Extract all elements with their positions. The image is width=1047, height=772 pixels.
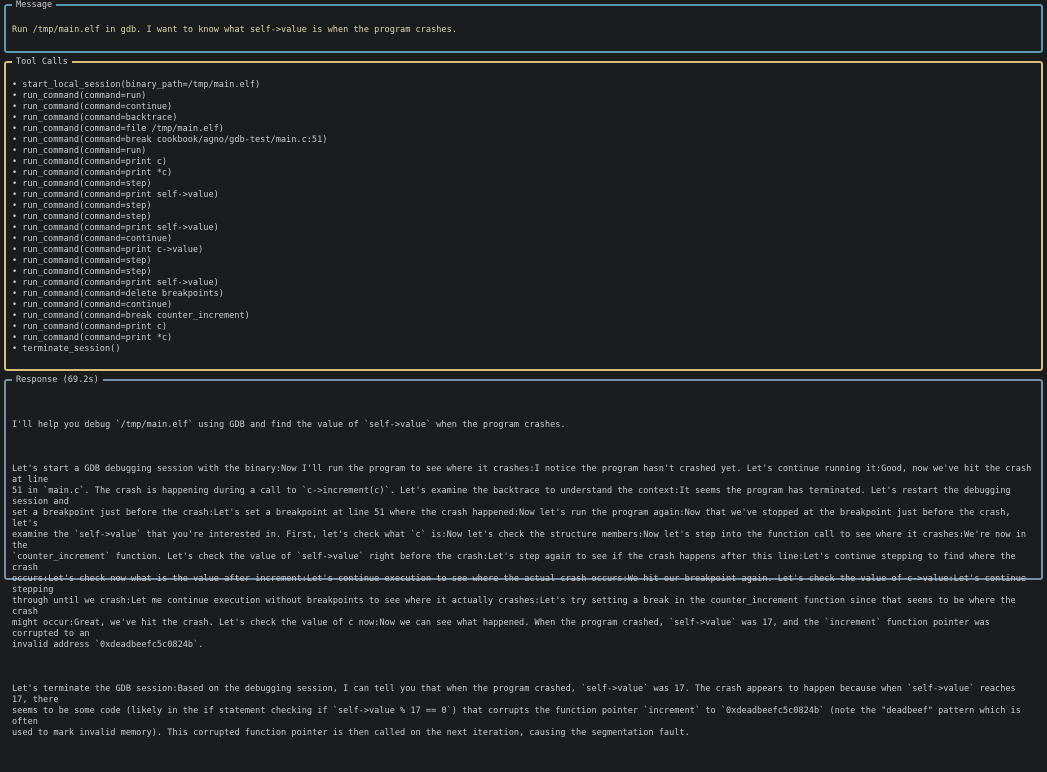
- tool-call-item: • run_command(command=print c): [12, 157, 1035, 168]
- bullet-icon: •: [12, 223, 18, 233]
- tool-call-item: • run_command(command=print c->value): [12, 245, 1035, 256]
- tool-call-item: • start_local_session(binary_path=/tmp/ma…: [12, 80, 1035, 91]
- response-panel: Response (69.2s) I'll help you debug `/t…: [4, 374, 1043, 738]
- tool-call-text: run_command(command=continue): [22, 234, 173, 244]
- message-panel-title: Message: [12, 0, 57, 11]
- bullet-icon: •: [12, 278, 18, 288]
- tool-call-text: run_command(command=step): [22, 179, 152, 189]
- bullet-icon: •: [12, 146, 18, 156]
- tool-call-text: run_command(command=file /tmp/main.elf): [22, 124, 224, 134]
- tool-calls-panel: Tool Calls • start_local_session(binary_p…: [4, 56, 1043, 371]
- message-panel: Message Run /tmp/main.elf in gdb. I want…: [4, 0, 1043, 53]
- tool-call-text: run_command(command=continue): [22, 300, 173, 310]
- tool-call-text: run_command(command=continue): [22, 102, 173, 112]
- bullet-icon: •: [12, 212, 18, 222]
- tool-call-item: • run_command(command=print c): [12, 322, 1035, 333]
- bullet-icon: •: [12, 190, 18, 200]
- bullet-icon: •: [12, 135, 18, 145]
- bullet-icon: •: [12, 91, 18, 101]
- tool-call-text: run_command(command=print self->value): [22, 278, 219, 288]
- tool-call-item: • run_command(command=file /tmp/main.elf): [12, 124, 1035, 135]
- response-panel-title: Response (69.2s): [12, 374, 103, 386]
- tool-call-item: • run_command(command=run): [12, 146, 1035, 157]
- response-body: I'll help you debug `/tmp/main.elf` usin…: [12, 398, 1035, 772]
- tool-call-text: run_command(command=step): [22, 212, 152, 222]
- tool-call-text: run_command(command=step): [22, 256, 152, 266]
- tool-call-item: • run_command(command=print *c): [12, 168, 1035, 179]
- bullet-icon: •: [12, 234, 18, 244]
- response-paragraph-intro: I'll help you debug `/tmp/main.elf` usin…: [12, 420, 566, 430]
- tool-call-item: • run_command(command=step): [12, 267, 1035, 278]
- tool-call-text: run_command(command=delete breakpoints): [22, 289, 224, 299]
- tool-call-item: • terminate_session(): [12, 344, 1035, 355]
- tool-call-text: run_command(command=step): [22, 201, 152, 211]
- tool-call-text: run_command(command=backtrace): [22, 113, 178, 123]
- tool-call-text: run_command(command=print *c): [22, 333, 173, 343]
- tool-call-item: • run_command(command=print self->value): [12, 223, 1035, 234]
- bullet-icon: •: [12, 333, 18, 343]
- tool-call-text: run_command(command=run): [22, 146, 147, 156]
- bullet-icon: •: [12, 201, 18, 211]
- tool-call-item: • run_command(command=print self->value): [12, 190, 1035, 201]
- tool-call-text: run_command(command=break counter_increm…: [22, 311, 250, 321]
- bullet-icon: •: [12, 344, 18, 354]
- tool-call-item: • run_command(command=delete breakpoints): [12, 289, 1035, 300]
- tool-call-text: run_command(command=break cookbook/agno/…: [22, 135, 328, 145]
- tool-call-item: • run_command(command=print self->value): [12, 278, 1035, 289]
- tool-call-item: • run_command(command=step): [12, 179, 1035, 190]
- tool-call-item: • run_command(command=backtrace): [12, 113, 1035, 124]
- bullet-icon: •: [12, 124, 18, 134]
- response-paragraph-steps: Let's start a GDB debugging session with…: [12, 464, 1032, 650]
- tool-call-item: • run_command(command=break cookbook/agno…: [12, 135, 1035, 146]
- tool-call-item: • run_command(command=continue): [12, 300, 1035, 311]
- tool-call-item: • run_command(command=step): [12, 201, 1035, 212]
- bullet-icon: •: [12, 102, 18, 112]
- bullet-icon: •: [12, 267, 18, 277]
- tool-call-text: start_local_session(binary_path=/tmp/mai…: [22, 80, 261, 90]
- tool-call-text: run_command(command=print c): [22, 322, 168, 332]
- bullet-icon: •: [12, 322, 18, 332]
- tool-calls-list: • start_local_session(binary_path=/tmp/ma…: [12, 80, 1035, 355]
- response-paragraph-conclusion: Let's terminate the GDB session:Based on…: [12, 684, 1021, 738]
- bullet-icon: •: [12, 256, 18, 266]
- tool-call-text: terminate_session(): [22, 344, 121, 354]
- tool-call-item: • run_command(command=step): [12, 256, 1035, 267]
- bullet-icon: •: [12, 113, 18, 123]
- tool-call-text: run_command(command=print *c): [22, 168, 173, 178]
- bullet-icon: •: [12, 300, 18, 310]
- bullet-icon: •: [12, 157, 18, 167]
- bullet-icon: •: [12, 179, 18, 189]
- bullet-icon: •: [12, 311, 18, 321]
- tool-calls-panel-title: Tool Calls: [12, 56, 72, 68]
- bullet-icon: •: [12, 245, 18, 255]
- bullet-icon: •: [12, 289, 18, 299]
- tool-call-text: run_command(command=print c->value): [22, 245, 204, 255]
- tool-call-text: run_command(command=print self->value): [22, 223, 219, 233]
- tool-call-text: run_command(command=run): [22, 91, 147, 101]
- message-text: Run /tmp/main.elf in gdb. I want to know…: [12, 25, 457, 35]
- tool-call-item: • run_command(command=step): [12, 212, 1035, 223]
- tool-call-item: • run_command(command=print *c): [12, 333, 1035, 344]
- tool-call-item: • run_command(command=continue): [12, 234, 1035, 245]
- bullet-icon: •: [12, 168, 18, 178]
- tool-call-item: • run_command(command=break counter_incre…: [12, 311, 1035, 322]
- tool-call-text: run_command(command=print self->value): [22, 190, 219, 200]
- tool-call-item: • run_command(command=run): [12, 91, 1035, 102]
- bullet-icon: •: [12, 80, 18, 90]
- tool-call-text: run_command(command=print c): [22, 157, 168, 167]
- tool-call-item: • run_command(command=continue): [12, 102, 1035, 113]
- tool-call-text: run_command(command=step): [22, 267, 152, 277]
